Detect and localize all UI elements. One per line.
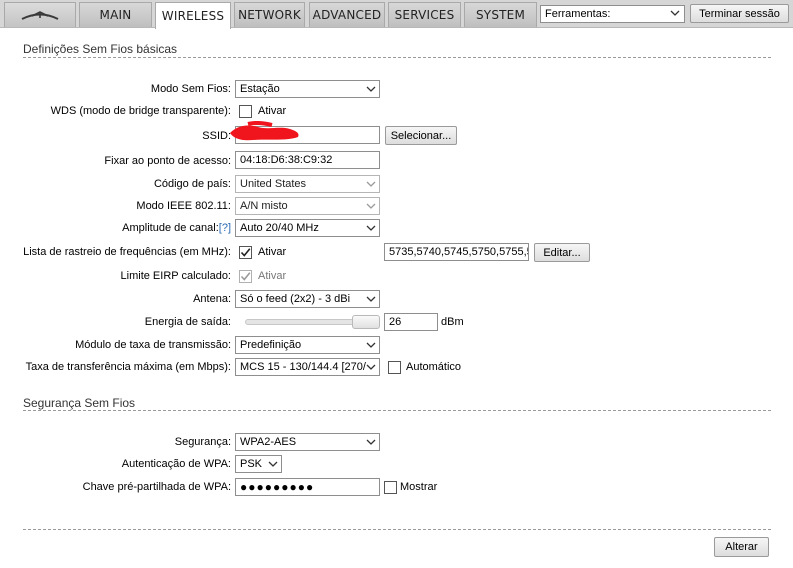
tab-main[interactable]: MAIN [79,2,152,27]
psk-label: Chave pré-partilhada de WPA: [82,481,231,493]
output-power-slider-handle[interactable] [352,315,380,329]
ubiquiti-logo-icon [21,11,59,20]
section-title-basic: Definições Sem Fios básicas [23,42,178,56]
checkmark-icon [240,272,251,281]
max-rate-label: Taxa de transferência máxima (em Mbps): [25,361,231,373]
section-divider [23,57,771,58]
scan-list-edit-button[interactable]: Editar... [534,243,590,262]
antenna-label: Antena: [193,293,231,305]
ieee-mode-select[interactable]: A/N misto [235,197,380,215]
antenna-value: Só o feed (2x2) - 3 dBi [240,293,351,305]
country-select[interactable]: United States [235,175,380,193]
logout-button[interactable]: Terminar sessão [690,4,789,23]
ssid-label: SSID: [202,130,231,142]
channel-width-label: Amplitude de canal:[?] [122,219,231,237]
chevron-down-icon [366,86,376,92]
security-select[interactable]: WPA2-AES [235,433,380,451]
tab-advanced[interactable]: ADVANCED [309,2,385,27]
chevron-down-icon [670,10,680,16]
chevron-down-icon [366,225,376,231]
country-value: United States [240,178,307,190]
eirp-checkbox-label: Ativar [258,270,287,282]
footer-divider [23,529,771,530]
top-navigation: MAIN WIRELESS NETWORK ADVANCED SERVICES … [0,0,793,29]
chevron-down-icon [366,181,376,187]
channel-width-select[interactable]: Auto 20/40 MHz [235,219,380,237]
wpa-auth-select[interactable]: PSK [235,455,282,473]
section-divider [23,410,771,411]
wireless-mode-label: Modo Sem Fios: [150,83,231,95]
ieee-mode-label: Modo IEEE 802.11: [136,200,231,212]
scan-list-checkbox-label: Ativar [258,246,287,258]
chevron-down-icon [268,461,278,467]
scan-list-label: Lista de rastreio de frequências (em MHz… [23,246,231,258]
tools-select[interactable]: Ferramentas: [540,5,685,23]
max-rate-auto-label: Automático [406,361,462,373]
scan-list-checkbox[interactable] [239,246,252,259]
max-rate-value: MCS 15 - 130/144.4 [270/ [240,361,366,373]
channel-width-help-link[interactable]: [?] [219,222,231,234]
country-label: Código de país: [153,178,231,190]
tab-system[interactable]: SYSTEM [464,2,537,27]
lock-ap-input[interactable]: 04:18:D6:38:C9:32 [235,151,380,169]
ubiquiti-logo-tab[interactable] [4,2,76,27]
redaction-mark [230,121,299,141]
wpa-auth-label: Autenticação de WPA: [121,458,231,470]
ieee-mode-value: A/N misto [240,200,288,212]
eirp-checkbox[interactable] [239,270,252,283]
psk-show-checkbox[interactable] [384,481,397,494]
psk-input[interactable]: ●●●●●●●●● [235,478,380,496]
output-power-unit: dBm [441,316,464,328]
security-label: Segurança: [174,436,231,448]
rate-module-label: Módulo de taxa de transmissão: [75,339,231,351]
section-title-security: Segurança Sem Fios [23,396,136,410]
chevron-down-icon [366,362,376,372]
wpa-auth-value: PSK [240,458,263,470]
max-rate-select[interactable]: MCS 15 - 130/144.4 [270/ [235,358,380,376]
psk-show-label: Mostrar [400,481,438,493]
chevron-down-icon [366,203,376,209]
wireless-mode-select[interactable]: Estação [235,80,380,98]
tab-network[interactable]: NETWORK [234,2,305,27]
rate-module-value: Predefinição [240,339,302,351]
output-power-label: Energia de saída: [144,316,231,328]
apply-button[interactable]: Alterar [714,537,769,557]
wireless-mode-value: Estação [240,83,280,95]
wds-checkbox[interactable] [239,105,252,118]
channel-width-label-text: Amplitude de canal: [122,222,219,234]
output-power-input[interactable]: 26 [384,313,438,331]
tools-select-value: Ferramentas: [545,8,611,20]
security-value: WPA2-AES [240,436,297,448]
eirp-label: Limite EIRP calculado: [120,270,231,282]
antenna-select[interactable]: Só o feed (2x2) - 3 dBi [235,290,380,308]
wds-checkbox-label: Ativar [258,105,287,117]
rate-module-select[interactable]: Predefinição [235,336,380,354]
lock-ap-label: Fixar ao ponto de acesso: [104,155,231,167]
chevron-down-icon [366,439,376,445]
channel-width-value: Auto 20/40 MHz [240,222,319,234]
ssid-select-button[interactable]: Selecionar... [385,126,457,145]
chevron-down-icon [366,342,376,348]
checkmark-icon [240,248,251,257]
wds-label: WDS (modo de bridge transparente): [50,105,231,117]
tab-services[interactable]: SERVICES [388,2,461,27]
max-rate-auto-checkbox[interactable] [388,361,401,374]
tab-wireless[interactable]: WIRELESS [155,2,231,29]
scan-list-input[interactable]: 5735,5740,5745,5750,5755,5 [384,243,529,261]
chevron-down-icon [366,296,376,302]
